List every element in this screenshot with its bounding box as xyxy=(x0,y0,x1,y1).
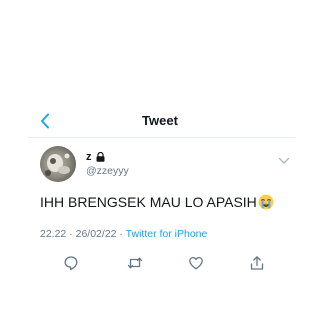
avatar[interactable] xyxy=(40,146,76,182)
like-button[interactable] xyxy=(188,255,204,271)
reply-icon xyxy=(63,255,79,271)
retweet-icon xyxy=(127,255,143,271)
display-name[interactable]: z xyxy=(86,151,92,163)
tweet-detail-screen: Tweet z @zzeyyy IHH BRENGSEK MAU LO APAS… xyxy=(0,0,320,320)
more-options-button[interactable] xyxy=(278,157,290,167)
lock-icon xyxy=(96,152,105,162)
meta-separator: · xyxy=(66,228,76,240)
tweet-text: IHH BRENGSEK MAU LO APASIH xyxy=(40,194,274,210)
tweet-metadata: 22.22 · 26/02/22 · Twitter for iPhone xyxy=(40,228,207,240)
share-icon xyxy=(249,255,265,271)
author-handle[interactable]: @zzeyyy xyxy=(86,165,129,177)
tweet-body: IHH BRENGSEK MAU LO APASIH xyxy=(40,194,257,210)
chevron-down-icon xyxy=(278,157,290,165)
tweet-time: 22.22 xyxy=(40,228,67,240)
meta-separator: · xyxy=(116,228,126,240)
page-title: Tweet xyxy=(142,113,178,128)
tweet-date: 26/02/22 xyxy=(75,228,117,240)
author-name-row: z xyxy=(86,151,105,163)
retweet-button[interactable] xyxy=(127,255,143,271)
share-button[interactable] xyxy=(249,255,265,271)
header-divider xyxy=(28,137,296,138)
reply-button[interactable] xyxy=(63,255,79,271)
like-icon xyxy=(188,255,204,271)
loudly-crying-face-icon xyxy=(258,194,274,210)
navigation-bar: Tweet xyxy=(0,104,320,138)
tweet-client-link[interactable]: Twitter for iPhone xyxy=(126,228,208,240)
